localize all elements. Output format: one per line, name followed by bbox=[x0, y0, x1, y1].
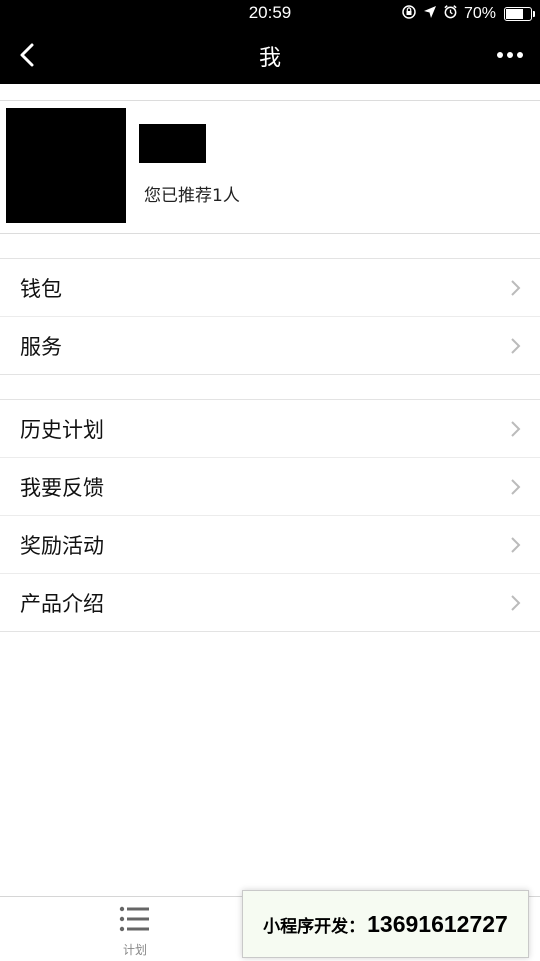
menu-item-service[interactable]: 服务 bbox=[0, 317, 540, 374]
menu-item-label: 我要反馈 bbox=[20, 475, 104, 500]
battery-fill bbox=[506, 9, 523, 19]
tab-plan-label: 计划 bbox=[122, 943, 147, 957]
status-icons: 70% bbox=[401, 4, 535, 25]
chevron-right-icon bbox=[510, 337, 522, 355]
avatar bbox=[6, 108, 126, 223]
menu-item-product-intro[interactable]: 产品介绍 bbox=[0, 574, 540, 631]
menu-item-feedback[interactable]: 我要反馈 bbox=[0, 458, 540, 516]
menu-group-account: 钱包 服务 bbox=[0, 258, 540, 375]
dot bbox=[507, 52, 513, 58]
tab-plan[interactable]: 计划 bbox=[100, 905, 170, 961]
alarm-icon bbox=[443, 4, 458, 24]
more-dots-icon[interactable] bbox=[490, 40, 530, 70]
menu-item-label: 奖励活动 bbox=[20, 533, 104, 558]
referral-count: 您已推荐1人 bbox=[144, 186, 240, 206]
menu-item-label: 钱包 bbox=[20, 276, 62, 301]
orientation-lock-icon bbox=[401, 4, 417, 25]
menu-item-label: 产品介绍 bbox=[20, 591, 104, 616]
menu-item-label: 历史计划 bbox=[20, 417, 104, 442]
nickname-redacted bbox=[139, 124, 206, 163]
list-icon bbox=[100, 905, 170, 937]
dot bbox=[517, 52, 523, 58]
nav-bar: 我 bbox=[0, 28, 540, 84]
promo-banner: 小程序开发： 13691612727 bbox=[242, 890, 529, 958]
chevron-right-icon bbox=[510, 279, 522, 297]
dot bbox=[497, 52, 503, 58]
chevron-right-icon bbox=[510, 478, 522, 496]
location-arrow-icon bbox=[423, 5, 437, 24]
menu-item-rewards[interactable]: 奖励活动 bbox=[0, 516, 540, 574]
menu-item-wallet[interactable]: 钱包 bbox=[0, 259, 540, 317]
promo-label: 小程序开发： bbox=[263, 916, 366, 936]
battery-percent: 70% bbox=[463, 5, 496, 22]
chevron-right-icon bbox=[510, 420, 522, 438]
profile-card: 您已推荐1人 bbox=[0, 100, 540, 234]
chevron-right-icon bbox=[510, 536, 522, 554]
chevron-right-icon bbox=[510, 594, 522, 612]
menu-group-activity: 历史计划 我要反馈 奖励活动 产品介绍 bbox=[0, 399, 540, 632]
page-title: 我 bbox=[258, 46, 281, 71]
status-bar: 20:59 70% bbox=[0, 0, 540, 28]
promo-phone: 13691612727 bbox=[367, 910, 508, 937]
menu-item-history-plans[interactable]: 历史计划 bbox=[0, 400, 540, 458]
battery-icon bbox=[504, 7, 535, 21]
menu-item-label: 服务 bbox=[20, 334, 62, 359]
